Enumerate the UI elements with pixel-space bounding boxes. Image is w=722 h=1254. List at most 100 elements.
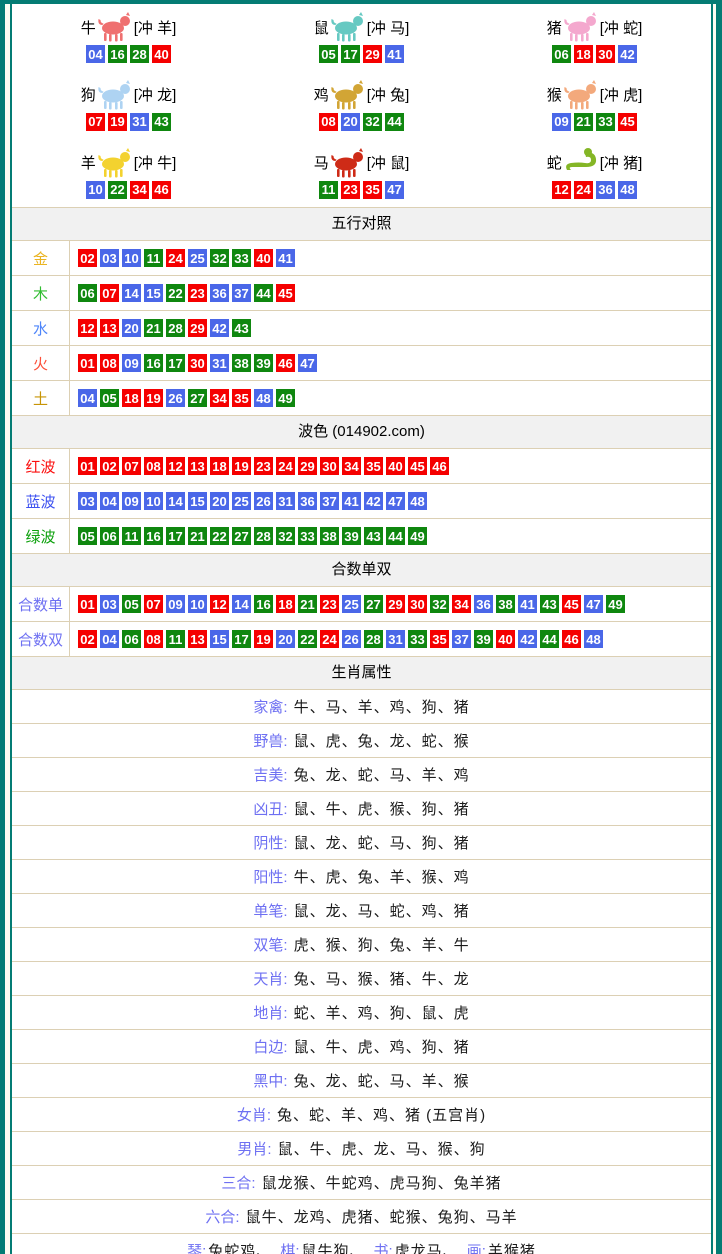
number-ball: 39 [254,354,273,372]
attr-row-earth: 地肖: 蛇、羊、鸡、狗、鼠、虎 [12,996,711,1030]
number-ball: 36 [298,492,317,510]
attr-value: 鼠、龙、蛇、马、狗、猪 [294,832,470,853]
number-ball: 16 [254,595,273,613]
attr-label: 棋: [280,1240,299,1254]
number-ball: 03 [100,595,119,613]
number-ball: 23 [188,284,207,302]
number-ball: 44 [385,113,404,131]
number-ball: 36 [596,181,615,199]
number-ball: 23 [341,181,360,199]
attr-row-yin: 阴性: 鼠、龙、蛇、马、狗、猪 [12,826,711,860]
number-ball: 05 [78,527,97,545]
zodiac-numbers: 07193143 [86,113,171,131]
number-ball: 14 [122,284,141,302]
row-label: 木 [12,276,70,310]
zodiac-grid: 牛 [冲 羊] 04162840 鼠 [冲 马] 05172941 猪 [ [12,4,711,208]
horse-image [330,148,366,178]
row-label: 绿波 [12,519,70,553]
zodiac-name: 羊 [81,152,96,173]
number-ball: 38 [496,595,515,613]
attr-label: 单笔: [253,900,287,921]
number-ball: 40 [496,630,515,648]
number-ball: 06 [122,630,141,648]
attr-value: 鼠、龙、马、蛇、鸡、猪 [294,900,470,921]
number-ball: 01 [78,354,97,372]
number-ball: 08 [319,113,338,131]
zodiac-clash: [冲 牛] [134,152,177,173]
zodiac-numbers: 06183042 [552,45,637,63]
inner-border-right [711,4,713,1254]
number-ball: 02 [78,249,97,267]
number-ball: 43 [364,527,383,545]
number-ball: 30 [188,354,207,372]
number-ball: 38 [232,354,251,372]
snake-image [563,148,599,178]
zodiac-clash: [冲 马] [367,17,410,38]
number-ball: 06 [100,527,119,545]
row-label: 水 [12,311,70,345]
number-ball: 45 [618,113,637,131]
number-ball: 24 [574,181,593,199]
number-list: 05061116172122272832333839434449 [70,519,427,553]
number-list: 06071415222336374445 [70,276,295,310]
section-title-shengxiao: 生肖属性 [12,657,711,690]
number-ball: 28 [254,527,273,545]
attr-label: 阴性: [253,832,287,853]
number-ball: 22 [166,284,185,302]
attr-label: 女肖: [237,1104,271,1125]
number-ball: 49 [276,389,295,407]
number-ball: 26 [254,492,273,510]
attr-label: 野兽: [253,730,287,751]
wuxing-row-earth: 土 04051819262734354849 [12,381,711,416]
number-ball: 47 [298,354,317,372]
number-ball: 04 [86,45,105,63]
bose-row-blue: 蓝波 03040910141520252631363741424748 [12,484,711,519]
number-ball: 34 [130,181,149,199]
number-ball: 43 [540,595,559,613]
zodiac-clash: [冲 虎] [600,84,643,105]
number-ball: 28 [130,45,149,63]
attr-row-double-stroke: 双笔:虎、猴、狗、兔、羊、牛 [12,928,711,962]
number-ball: 31 [210,354,229,372]
zodiac-cell-snake: 蛇 [冲 猪] 12243648 [478,139,711,207]
shu-segment: 书:虎龙马、 [374,1240,459,1254]
number-ball: 33 [408,630,427,648]
number-ball: 42 [210,319,229,337]
row-label: 金 [12,241,70,275]
number-ball: 40 [386,457,405,475]
attr-label: 双笔: [253,934,287,955]
attr-label: 家禽: [253,696,287,717]
number-ball: 03 [100,249,119,267]
attr-value: 蛇、羊、鸡、狗、鼠、虎 [294,1002,470,1023]
number-list: 02031011242532334041 [70,241,295,275]
attr-row-domestic: 家禽:牛、马、羊、鸡、狗、猪 [12,690,711,724]
attr-label: 地肖: [253,1002,287,1023]
number-ball: 49 [408,527,427,545]
goat-image [97,148,133,178]
page-border-left [0,0,5,1254]
bose-row-green: 绿波 05061116172122272832333839434449 [12,519,711,554]
qi-segment: 棋:鼠牛狗、 [280,1240,365,1254]
number-ball: 37 [320,492,339,510]
attr-value: 兔、龙、蛇、马、羊、鸡 [294,764,470,785]
attr-value: 鼠、牛、虎、鸡、狗、猪 [294,1036,470,1057]
attr-label: 白边: [253,1036,287,1057]
number-ball: 10 [188,595,207,613]
number-list: 03040910141520252631363741424748 [70,484,427,518]
zodiac-numbers: 12243648 [552,181,637,199]
number-ball: 23 [254,457,273,475]
number-ball: 39 [342,527,361,545]
attr-row-white-edge: 白边: 鼠、牛、虎、鸡、狗、猪 [12,1030,711,1064]
zodiac-cell-horse: 马 [冲 鼠] 11233547 [245,139,478,207]
zodiac-name: 蛇 [547,152,562,173]
number-ball: 42 [364,492,383,510]
number-ball: 47 [385,181,404,199]
zodiac-cell-ox: 牛 [冲 羊] 04162840 [12,4,245,72]
attr-row-unlucky: 凶丑:鼠、牛、虎、猴、狗、猪 [12,792,711,826]
number-ball: 35 [364,457,383,475]
ox-image [97,12,133,42]
number-ball: 40 [152,45,171,63]
number-ball: 26 [166,389,185,407]
number-ball: 07 [86,113,105,131]
number-ball: 29 [363,45,382,63]
